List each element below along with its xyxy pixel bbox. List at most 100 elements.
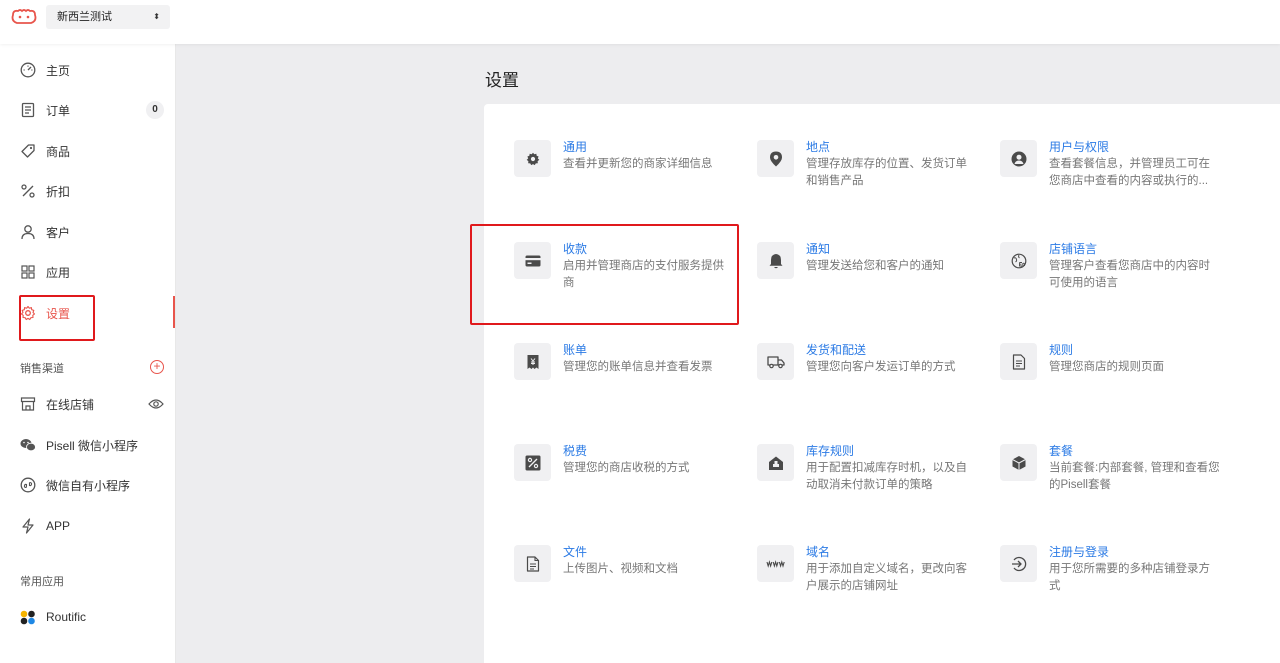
- sidebar-item-label: 微信自有小程序: [46, 478, 131, 493]
- settings-card-store-languages[interactable]: 店铺语言 管理客户查看您商店中的内容时可使用的语言: [1000, 242, 1230, 302]
- card-title: 发货和配送: [806, 343, 867, 357]
- domain-www-icon: [757, 545, 794, 582]
- login-icon: [1000, 545, 1037, 582]
- card-title: 注册与登录: [1049, 545, 1110, 559]
- sidebar-item-orders[interactable]: 订单 0: [0, 92, 176, 128]
- card-description: 用于配置扣减库存时机，以及自动取消未付款订单的策略: [806, 462, 967, 491]
- lightning-icon: [20, 518, 36, 534]
- sidebar-item-label: 客户: [46, 225, 71, 240]
- app-logo-icon[interactable]: [11, 8, 37, 26]
- card-title: 通知: [806, 242, 831, 256]
- sidebar-item-label: 在线店铺: [46, 397, 95, 412]
- invoice-icon: [514, 343, 551, 380]
- store-icon: [20, 396, 36, 412]
- card-title: 税费: [563, 444, 588, 458]
- settings-card-domains[interactable]: 域名 用于添加自定义域名，更改向客户展示的店铺网址: [757, 545, 987, 605]
- user-circle-icon: [1000, 140, 1037, 177]
- card-description: 管理发送给您和客户的通知: [806, 260, 944, 272]
- document-icon: [1000, 343, 1037, 380]
- settings-card-signup-login[interactable]: 注册与登录 用于您所需要的多种店铺登录方式: [1000, 545, 1230, 605]
- sidebar-item-label: 商品: [46, 144, 71, 159]
- settings-card-general[interactable]: 通用 查看并更新您的商家详细信息: [514, 140, 744, 200]
- card-title: 用户与权限: [1049, 140, 1110, 154]
- sidebar-item-label: 折扣: [46, 184, 71, 199]
- settings-card-inventory-rules[interactable]: 库存规则 用于配置扣减库存时机，以及自动取消未付款订单的策略: [757, 444, 987, 504]
- page-title: 设置: [485, 71, 519, 90]
- sidebar-item-label: Routific: [46, 610, 87, 624]
- settings-card-shipping-delivery[interactable]: 发货和配送 管理您向客户发运订单的方式: [757, 343, 987, 403]
- card-title: 规则: [1049, 343, 1074, 357]
- dashboard-icon: [20, 62, 36, 78]
- sales-channels-title: 销售渠道: [20, 363, 64, 375]
- card-description: 管理客户查看您商店中的内容时可使用的语言: [1049, 260, 1210, 289]
- card-description: 当前套餐:内部套餐, 管理和查看您的Pisell套餐: [1049, 462, 1220, 491]
- card-description: 用于添加自定义域名，更改向客户展示的店铺网址: [806, 563, 967, 592]
- select-caret-icon: ⬍: [153, 12, 160, 21]
- language-icon: [1000, 242, 1037, 279]
- sidebar-item-wechat-own-miniprogram[interactable]: 微信自有小程序: [0, 467, 176, 503]
- settings-card-policies[interactable]: 规则 管理您商店的规则页面: [1000, 343, 1230, 403]
- card-description: 查看并更新您的商家详细信息: [563, 158, 713, 170]
- file-icon: [514, 545, 551, 582]
- sidebar-item-customers[interactable]: 客户: [0, 214, 176, 250]
- settings-card-taxes[interactable]: 税费 管理您的商店收税的方式: [514, 444, 744, 504]
- card-description: 管理您商店的规则页面: [1049, 361, 1164, 373]
- settings-card-locations[interactable]: 地点 管理存放库存的位置、发货订单和销售产品: [757, 140, 987, 200]
- sidebar: 主页 订单 0 商品 折扣 客户 应用 设置 销售渠道 + 在线店铺 Pisel…: [0, 44, 176, 663]
- card-description: 用于您所需要的多种店铺登录方式: [1049, 563, 1210, 592]
- percent-icon: [20, 183, 36, 199]
- sidebar-item-label: 应用: [46, 265, 71, 280]
- settings-card-users-permissions[interactable]: 用户与权限 查看套餐信息，并管理员工可在您商店中查看的内容或执行的...: [1000, 140, 1230, 200]
- card-description: 管理您的商店收税的方式: [563, 462, 690, 474]
- card-title: 店铺语言: [1049, 242, 1098, 256]
- warehouse-icon: [757, 444, 794, 481]
- grid-icon: [20, 264, 36, 280]
- card-title: 套餐: [1049, 444, 1074, 458]
- card-description: 上传图片、视频和文档: [563, 563, 678, 575]
- gear-icon: [514, 140, 551, 177]
- card-title: 地点: [806, 140, 831, 154]
- store-selector[interactable]: 新西兰测试 ⬍: [46, 5, 170, 29]
- sidebar-item-label: Pisell 微信小程序: [46, 438, 139, 453]
- common-apps-title: 常用应用: [20, 576, 64, 588]
- user-icon: [20, 224, 36, 240]
- sidebar-item-products[interactable]: 商品: [0, 133, 176, 169]
- store-name: 新西兰测试: [57, 11, 112, 23]
- sidebar-item-online-store[interactable]: 在线店铺: [0, 386, 176, 422]
- card-title: 文件: [563, 545, 588, 559]
- sidebar-item-app[interactable]: APP: [0, 508, 176, 544]
- card-description: 查看套餐信息，并管理员工可在您商店中查看的内容或执行的...: [1049, 158, 1210, 187]
- active-indicator: [173, 296, 175, 328]
- bell-icon: [757, 242, 794, 279]
- orders-count-badge: 0: [146, 101, 164, 119]
- sidebar-item-pisell-miniprogram[interactable]: Pisell 微信小程序: [0, 427, 176, 463]
- tag-icon: [20, 143, 36, 159]
- sidebar-item-discounts[interactable]: 折扣: [0, 173, 176, 209]
- sidebar-item-label: 订单: [46, 103, 71, 118]
- settings-card-billing[interactable]: 账单 管理您的账单信息并查看发票: [514, 343, 744, 403]
- order-icon: [20, 102, 36, 118]
- sidebar-item-routific[interactable]: Routific: [0, 599, 176, 635]
- add-channel-button[interactable]: +: [150, 360, 164, 374]
- eye-icon[interactable]: [148, 398, 164, 410]
- package-box-icon: [1000, 444, 1037, 481]
- card-title: 库存规则: [806, 444, 855, 458]
- sidebar-item-home[interactable]: 主页: [0, 52, 176, 88]
- card-title: 通用: [563, 140, 588, 154]
- miniprogram-icon: [20, 477, 36, 493]
- routific-logo-icon: [20, 609, 36, 625]
- wechat-icon: [20, 437, 36, 453]
- card-description: 管理您向客户发运订单的方式: [806, 361, 956, 373]
- card-title: 账单: [563, 343, 588, 357]
- card-description: 管理存放库存的位置、发货订单和销售产品: [806, 158, 967, 187]
- settings-card-notifications[interactable]: 通知 管理发送给您和客户的通知: [757, 242, 987, 302]
- payments-highlight-box: [470, 224, 739, 325]
- settings-card-plan[interactable]: 套餐 当前套餐:内部套餐, 管理和查看您的Pisell套餐: [1000, 444, 1230, 504]
- sidebar-item-apps[interactable]: 应用: [0, 254, 176, 290]
- settings-card-files[interactable]: 文件 上传图片、视频和文档: [514, 545, 744, 605]
- sidebar-item-label: APP: [46, 519, 71, 533]
- sidebar-item-label: 主页: [46, 63, 71, 78]
- percent-box-icon: [514, 444, 551, 481]
- location-pin-icon: [757, 140, 794, 177]
- top-bar: 新西兰测试 ⬍: [0, 0, 1280, 44]
